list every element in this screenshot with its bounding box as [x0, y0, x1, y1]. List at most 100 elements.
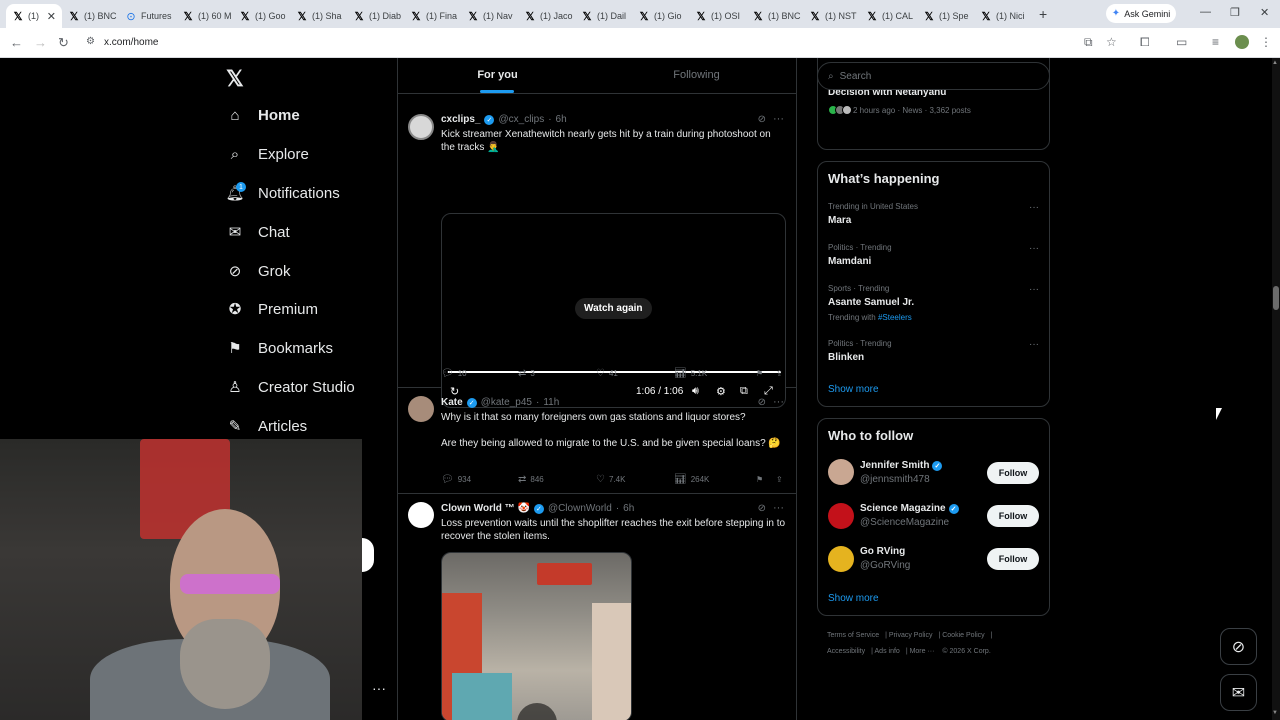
- hashtag-link[interactable]: #Steelers: [878, 313, 912, 322]
- profile-avatar[interactable]: [1235, 35, 1249, 49]
- nav-premium[interactable]: ✪ Premium: [226, 300, 318, 319]
- privacy-link[interactable]: Privacy Policy: [889, 632, 933, 639]
- browser-tab[interactable]: 𝕏 (1) Nav: [461, 4, 518, 28]
- views-button[interactable]: 📊︎ 264K: [674, 474, 756, 485]
- share-icon[interactable]: ⇪: [776, 369, 783, 378]
- account-name[interactable]: Go RVing: [860, 546, 905, 557]
- forward-icon[interactable]: →: [34, 35, 47, 50]
- avatar[interactable]: [828, 459, 854, 485]
- trend-name[interactable]: Blinken: [828, 352, 864, 363]
- extensions-icon[interactable]: ⧠: [1140, 35, 1150, 50]
- post[interactable]: cxclips_ ✓ @cx_clips · 6h ⊘ ··· Kick str…: [398, 108, 796, 408]
- nav-grok[interactable]: ⊘ Grok: [226, 262, 291, 281]
- search-input[interactable]: ⌕ Search: [817, 62, 1050, 90]
- like-button[interactable]: ♡ 7.4K: [596, 474, 674, 485]
- browser-tab[interactable]: 𝕏 (1) OSI: [689, 4, 746, 28]
- trend-name[interactable]: Mamdani: [828, 256, 871, 267]
- bookmark-star-icon[interactable]: ☆: [1106, 35, 1117, 49]
- browser-tab[interactable]: ⊙ Futures: [119, 4, 176, 28]
- more-icon[interactable]: ···: [1029, 243, 1039, 254]
- trend-name[interactable]: Asante Samuel Jr.: [828, 297, 914, 308]
- avatar[interactable]: [408, 502, 434, 528]
- author-name[interactable]: cxclips_: [441, 114, 480, 125]
- grok-icon[interactable]: ⊘: [758, 397, 766, 408]
- new-tab-icon[interactable]: +: [1039, 6, 1047, 22]
- nav-creator-studio[interactable]: ♙ Creator Studio: [226, 378, 354, 397]
- x-logo-icon[interactable]: 𝕏: [226, 66, 244, 92]
- avatar[interactable]: [828, 546, 854, 572]
- maximize-icon[interactable]: ❐: [1230, 6, 1240, 19]
- account-name[interactable]: Jennifer Smith ✓: [860, 460, 943, 471]
- show-more-link[interactable]: Show more: [828, 384, 879, 395]
- account-name[interactable]: Science Magazine ✓: [860, 503, 959, 514]
- browser-tab[interactable]: 𝕏 (1) NST: [803, 4, 860, 28]
- follow-button[interactable]: Follow: [987, 462, 1039, 484]
- terms-link[interactable]: Terms of Service: [827, 632, 879, 639]
- nav-home[interactable]: ⌂ Home: [226, 106, 299, 124]
- more-icon[interactable]: ···: [1029, 284, 1039, 295]
- post[interactable]: Kate ✓ @kate_p45 · 11h ⊘ ··· Why is it t…: [398, 388, 796, 494]
- play-icon[interactable]: [517, 703, 557, 720]
- trend-name[interactable]: Mara: [828, 215, 851, 226]
- follow-button[interactable]: Follow: [987, 505, 1039, 527]
- share-icon[interactable]: ⇪: [776, 475, 783, 484]
- more-icon[interactable]: ···: [1029, 202, 1039, 213]
- overlay-handle[interactable]: [362, 538, 374, 572]
- repost-button[interactable]: ⇄ 846: [518, 474, 596, 485]
- grok-fab[interactable]: ⊘: [1220, 628, 1257, 665]
- views-button[interactable]: 📊︎ 5.1K: [674, 368, 756, 379]
- split-view-icon[interactable]: ▭: [1176, 35, 1187, 49]
- browser-tab[interactable]: 𝕏 (1) ✕: [6, 4, 62, 28]
- browser-tab[interactable]: 𝕏 (1) BNC: [746, 4, 803, 28]
- watch-again-button[interactable]: Watch again: [575, 298, 652, 319]
- browser-tab[interactable]: 𝕏 (1) Dail: [575, 4, 632, 28]
- browser-tab[interactable]: 𝕏 (1) CAL: [860, 4, 917, 28]
- author-name[interactable]: Kate: [441, 397, 463, 408]
- more-link[interactable]: More ···: [910, 648, 935, 655]
- back-icon[interactable]: ←: [10, 35, 23, 50]
- reply-button[interactable]: 💬︎ 10: [441, 368, 518, 379]
- messages-fab[interactable]: ✉: [1220, 674, 1257, 711]
- grok-icon[interactable]: ⊘: [758, 503, 766, 514]
- more-icon[interactable]: ···: [773, 113, 784, 125]
- close-icon[interactable]: ✕: [47, 10, 56, 23]
- bookmark-icon[interactable]: ⚑: [756, 369, 776, 378]
- nav-articles[interactable]: ✎ Articles: [226, 417, 307, 436]
- accessibility-link[interactable]: Accessibility: [827, 648, 865, 655]
- menu-icon[interactable]: ⋮: [1260, 35, 1272, 49]
- nav-chat[interactable]: ✉ Chat: [226, 223, 290, 242]
- browser-tab[interactable]: 𝕏 (1) BNC: [62, 4, 119, 28]
- author-handle[interactable]: @cx_clips: [498, 114, 544, 125]
- browser-tab[interactable]: 𝕏 (1) Nici: [974, 4, 1031, 28]
- repost-button[interactable]: ⇄ 3: [518, 368, 596, 379]
- cookie-link[interactable]: Cookie Policy: [942, 632, 984, 639]
- scroll-down-icon[interactable]: ▼: [1272, 710, 1278, 716]
- browser-tab[interactable]: 𝕏 (1) Goo: [233, 4, 290, 28]
- post[interactable]: Clown World ™ 🤡 ✓ @ClownWorld · 6h ⊘ ···…: [398, 494, 796, 720]
- site-info-icon[interactable]: ⚙: [86, 36, 95, 47]
- avatar[interactable]: [828, 503, 854, 529]
- more-icon[interactable]: ···: [773, 396, 784, 408]
- author-handle[interactable]: @ClownWorld: [548, 503, 612, 514]
- follow-button[interactable]: Follow: [987, 548, 1039, 570]
- scrollbar-thumb[interactable]: [1273, 286, 1279, 310]
- browser-tab[interactable]: 𝕏 (1) Sha: [290, 4, 347, 28]
- url-field[interactable]: x.com/home: [104, 37, 158, 48]
- avatar[interactable]: [408, 114, 434, 140]
- more-icon[interactable]: ···: [1029, 339, 1039, 350]
- post-time[interactable]: 6h: [556, 114, 567, 125]
- ads-info-link[interactable]: Ads info: [875, 648, 900, 655]
- post-time[interactable]: 11h: [543, 397, 559, 408]
- video-thumbnail[interactable]: [441, 552, 632, 720]
- browser-tab[interactable]: 𝕏 (1) Gio: [632, 4, 689, 28]
- grok-icon[interactable]: ⊘: [758, 114, 766, 125]
- reply-button[interactable]: 💬︎ 934: [441, 474, 518, 485]
- browser-tab[interactable]: 𝕏 (1) Fina: [404, 4, 461, 28]
- author-handle[interactable]: @kate_p45: [481, 397, 532, 408]
- show-more-link[interactable]: Show more: [828, 593, 879, 604]
- ask-gemini-button[interactable]: ✦ Ask Gemini: [1106, 4, 1176, 23]
- nav-bookmarks[interactable]: ⚑ Bookmarks: [226, 339, 333, 358]
- minimize-icon[interactable]: —: [1200, 6, 1211, 18]
- reload-icon[interactable]: ↻: [58, 35, 69, 51]
- nav-explore[interactable]: ⌕ Explore: [226, 145, 309, 163]
